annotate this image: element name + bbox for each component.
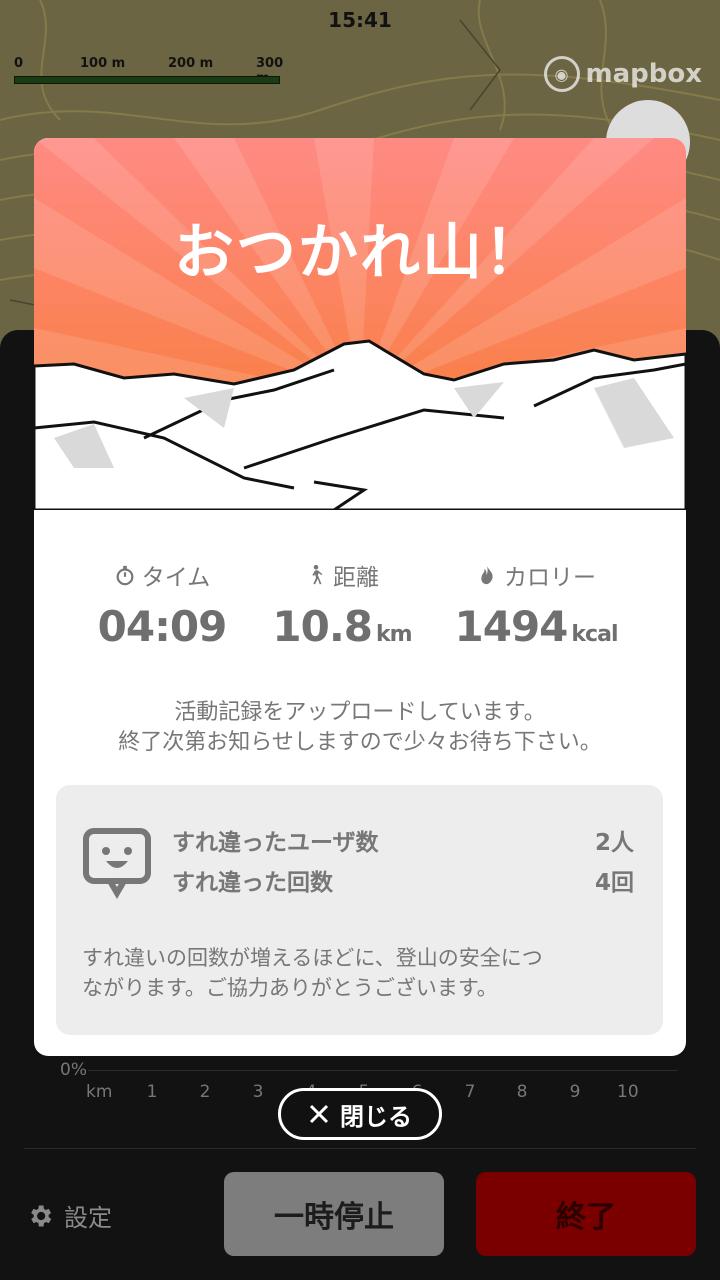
mapbox-logo-icon: ◉: [543, 56, 580, 92]
stat-time-label: タイム: [141, 565, 211, 591]
hero-banner: おつかれ山！: [34, 138, 686, 510]
hiker-icon: [312, 564, 323, 585]
stat-calories: カロリー 1494 kcal: [436, 558, 636, 651]
upload-message-line: 終了次第お知らせしますので少々お待ち下さい。: [118, 730, 602, 755]
chart-x-tick: 10: [617, 1082, 639, 1102]
modal-title: おつかれ山！: [174, 218, 546, 288]
mountain-illustration: [34, 138, 686, 510]
chart-x-tick: 3: [252, 1082, 264, 1102]
upload-message-line: 活動記録をアップロードしています。: [174, 700, 546, 725]
chart-y-zero-label: 0%: [60, 1060, 87, 1080]
encounter-note-line: ながります。ご協力ありがとうございます。: [82, 976, 498, 1000]
encounter-users-value: 2人: [594, 830, 634, 856]
gear-icon: [31, 1205, 52, 1226]
stat-calories-label: カロリー: [504, 565, 596, 591]
scale-label: 100 m: [80, 56, 126, 71]
stat-time-value: 04:09: [97, 602, 228, 651]
flame-icon: [481, 565, 493, 585]
mapbox-label: mapbox: [585, 59, 703, 89]
encounter-note: すれ違いの回数が増えるほどに、登山の安全につ ながります。ご協力ありがとうござい…: [82, 943, 642, 1003]
chart-x-tick: 2: [199, 1082, 211, 1102]
chart-baseline: [88, 1070, 678, 1071]
chart-x-tick: 7: [464, 1082, 476, 1102]
settings-button[interactable]: 設定: [26, 1198, 112, 1233]
chart-x-tick: 8: [516, 1082, 528, 1102]
map-scale-bar: 0 100 m 200 m 300 m: [14, 56, 284, 86]
stat-calories-unit: kcal: [571, 622, 618, 647]
close-button[interactable]: 閉じる: [278, 1088, 442, 1140]
encounter-count-row: すれ違った回数 4回: [172, 863, 634, 897]
stat-distance-unit: km: [376, 622, 413, 647]
stopwatch-icon: [116, 565, 134, 586]
mapbox-attribution[interactable]: ◉ mapbox: [543, 56, 703, 92]
stat-time: タイム 04:09: [62, 558, 262, 651]
chart-x-unit-label: km: [86, 1082, 113, 1102]
chart-x-tick: 1: [146, 1082, 158, 1102]
encounter-count-label: すれ違った回数: [172, 870, 333, 896]
status-time: 15:41: [328, 8, 392, 32]
end-button[interactable]: 終了: [476, 1172, 696, 1256]
encounter-count-value: 4回: [594, 870, 634, 896]
chart-x-tick: 9: [569, 1082, 581, 1102]
encounter-note-line: すれ違いの回数が増えるほどに、登山の安全につ: [82, 946, 543, 970]
stat-distance: 距離 10.8 km: [242, 558, 442, 651]
scale-label: 0: [14, 56, 24, 71]
summary-modal: おつかれ山！ タイム 04:09 距離 10.8 km カロリー 1494 kc…: [34, 138, 686, 1056]
divider: [24, 1148, 696, 1149]
encounter-users-row: すれ違ったユーザ数 2人: [172, 823, 634, 857]
close-label: 閉じる: [340, 1102, 412, 1131]
pause-button[interactable]: 一時停止: [224, 1172, 444, 1256]
settings-label: 設定: [64, 1204, 112, 1232]
encounter-card: すれ違ったユーザ数 2人 すれ違った回数 4回 すれ違いの回数が増えるほどに、登…: [56, 785, 663, 1035]
scale-line: [14, 76, 280, 84]
stat-calories-value: 1494: [454, 602, 569, 651]
encounter-face-icon: [83, 828, 151, 899]
stats-row: タイム 04:09 距離 10.8 km カロリー 1494 kcal: [34, 558, 686, 658]
stat-distance-label: 距離: [333, 565, 379, 591]
upload-message: 活動記録をアップロードしています。 終了次第お知らせしますので少々お待ち下さい。: [34, 698, 686, 758]
scale-label: 200 m: [168, 56, 214, 71]
close-icon: [309, 1104, 329, 1124]
stat-distance-value: 10.8: [272, 602, 373, 651]
encounter-users-label: すれ違ったユーザ数: [172, 830, 379, 856]
